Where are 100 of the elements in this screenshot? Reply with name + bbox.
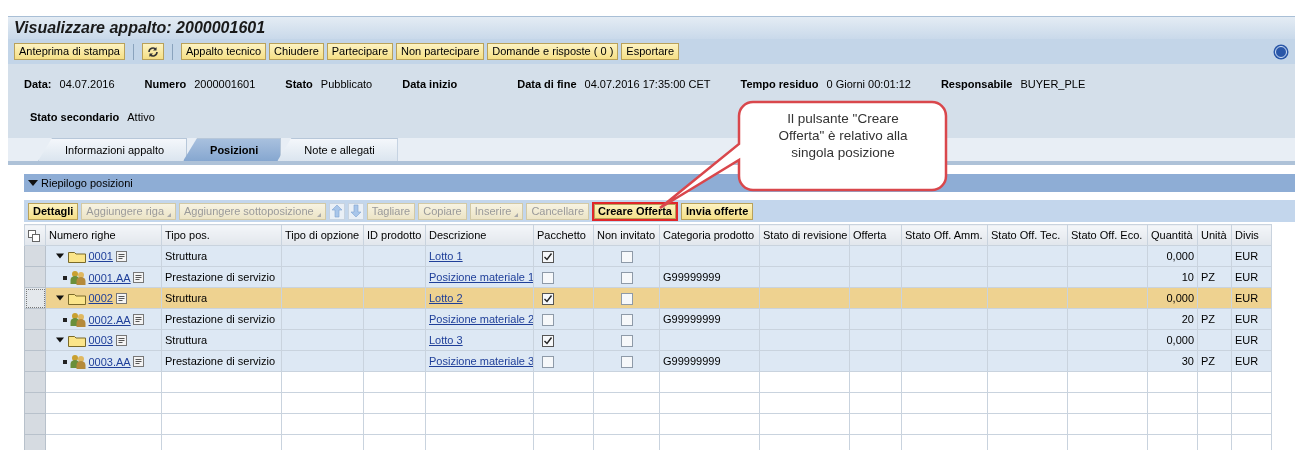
field-value: 04.07.2016 <box>59 77 115 92</box>
item-link[interactable]: 0001 <box>88 248 113 265</box>
field-label: Data di fine <box>517 77 577 92</box>
column-header[interactable]: Quantità <box>1147 224 1198 246</box>
checkbox[interactable] <box>542 250 554 263</box>
details-icon <box>115 292 127 304</box>
toolbar-button[interactable]: Invia offerte <box>681 202 754 220</box>
tab[interactable]: Posizioni <box>183 138 282 161</box>
toolbar-button[interactable]: Esportare <box>621 43 680 60</box>
column-header[interactable]: Unità <box>1197 224 1232 246</box>
field-value: BUYER_PLE <box>1020 77 1086 92</box>
column-header[interactable]: Categoria prodotto <box>659 224 760 246</box>
table-cell: Prestazione di servizio <box>165 312 276 325</box>
table-cell: G99999999 <box>663 270 721 283</box>
table-cell: EUR <box>1235 249 1259 262</box>
table-cell: Prestazione di servizio <box>165 354 276 367</box>
bullet-icon <box>63 359 67 364</box>
folder-icon <box>67 249 86 263</box>
people-icon <box>69 270 86 286</box>
details-icon <box>133 356 145 368</box>
folder-icon <box>67 333 86 347</box>
table-cell: 0,000 <box>1166 291 1194 304</box>
refresh-button[interactable] <box>141 43 164 60</box>
checkbox[interactable] <box>542 271 554 284</box>
checkbox[interactable] <box>620 355 633 368</box>
table-cell: Struttura <box>165 291 208 304</box>
table-cell: EUR <box>1235 354 1259 367</box>
people-icon <box>69 312 86 328</box>
table-cell: EUR <box>1235 291 1259 304</box>
column-header[interactable]: Pacchetto <box>533 224 594 246</box>
checkbox[interactable] <box>620 292 633 305</box>
column-header[interactable]: Non invitato <box>593 224 660 246</box>
checkbox[interactable] <box>620 334 633 347</box>
table-cell: EUR <box>1235 270 1259 283</box>
checkbox[interactable] <box>620 250 633 263</box>
details-icon <box>115 250 127 262</box>
column-header[interactable]: Stato Off. Eco. <box>1067 224 1148 246</box>
column-header[interactable]: Stato Off. Amm. <box>901 224 988 246</box>
checkbox[interactable] <box>542 355 554 368</box>
table-cell: 20 <box>1181 312 1194 325</box>
column-header[interactable]: ID prodotto <box>363 224 426 246</box>
table-cell: 0,000 <box>1166 249 1194 262</box>
field-label: Data: <box>24 77 52 92</box>
checkbox[interactable] <box>542 334 554 347</box>
description-link[interactable]: Lotto 2 <box>429 291 463 304</box>
column-header[interactable]: Divis <box>1231 224 1272 246</box>
table-cell: Prestazione di servizio <box>165 270 276 283</box>
toolbar-button[interactable]: Chiudere <box>269 43 324 60</box>
column-header[interactable]: Stato di revisione <box>759 224 850 246</box>
table-cell: PZ <box>1201 354 1216 367</box>
toolbar-button[interactable]: Non partecipare <box>396 43 485 60</box>
item-link[interactable]: 0002 <box>88 290 113 307</box>
description-link[interactable]: Lotto 1 <box>429 249 463 262</box>
arrow-down-icon <box>349 204 362 218</box>
page-title: Visualizzare appalto: 2000001601 <box>14 19 266 36</box>
field-label: Numero <box>144 77 187 92</box>
table-cell: Struttura <box>165 249 208 262</box>
tab[interactable]: Informazioni appalto <box>38 138 188 161</box>
table-cell: 30 <box>1181 354 1194 367</box>
column-header[interactable]: Offerta <box>849 224 902 246</box>
checkbox[interactable] <box>542 292 554 305</box>
description-link[interactable]: Lotto 3 <box>429 333 463 346</box>
checkbox[interactable] <box>620 313 633 326</box>
details-icon <box>115 334 127 346</box>
refresh-icon <box>146 45 159 58</box>
section-title: Riepilogo posizioni <box>41 175 133 191</box>
arrow-up-icon <box>330 204 343 218</box>
table-cell: PZ <box>1201 312 1216 325</box>
bullet-icon <box>63 275 67 280</box>
table-cell: EUR <box>1235 312 1259 325</box>
column-header[interactable]: Stato Off. Tec. <box>987 224 1068 246</box>
field-label: Data inizio <box>402 77 458 92</box>
column-header[interactable]: Tipo pos. <box>161 224 282 246</box>
field-value: Attivo <box>127 110 155 125</box>
toolbar-button[interactable]: Anteprima di stampa <box>14 43 125 60</box>
column-header[interactable]: Numero righe <box>45 224 162 246</box>
toolbar-button[interactable]: Domande e risposte ( 0 ) <box>487 43 619 60</box>
details-icon <box>133 272 145 284</box>
table-cell: EUR <box>1235 333 1259 346</box>
field-value: Pubblicato <box>320 77 373 92</box>
column-header[interactable]: Descrizione <box>425 224 534 246</box>
field-value: 04.07.2016 17:35:00 CET <box>584 77 711 92</box>
field-label: Responsabile <box>940 77 1013 92</box>
checkbox[interactable] <box>620 271 633 284</box>
checkbox[interactable] <box>542 313 554 326</box>
bullet-icon <box>63 317 67 322</box>
field-label: Tempo residuo <box>740 77 819 92</box>
help-icon[interactable] <box>1273 43 1289 60</box>
details-icon <box>133 314 145 326</box>
column-header[interactable]: Tipo di opzione <box>281 224 364 246</box>
field-value: 2000001601 <box>194 77 256 92</box>
toolbar-button[interactable]: Creare Offerta <box>592 201 678 221</box>
collapse-icon[interactable] <box>28 180 38 186</box>
row-selector[interactable] <box>24 287 46 309</box>
table-cell: PZ <box>1201 270 1216 283</box>
toolbar-button[interactable]: Appalto tecnico <box>180 43 267 60</box>
toolbar-button[interactable]: Partecipare <box>326 43 393 60</box>
toolbar-button[interactable]: Dettagli <box>28 202 79 220</box>
item-link[interactable]: 0003 <box>88 332 113 349</box>
tab[interactable]: Note e allegati <box>277 138 398 161</box>
